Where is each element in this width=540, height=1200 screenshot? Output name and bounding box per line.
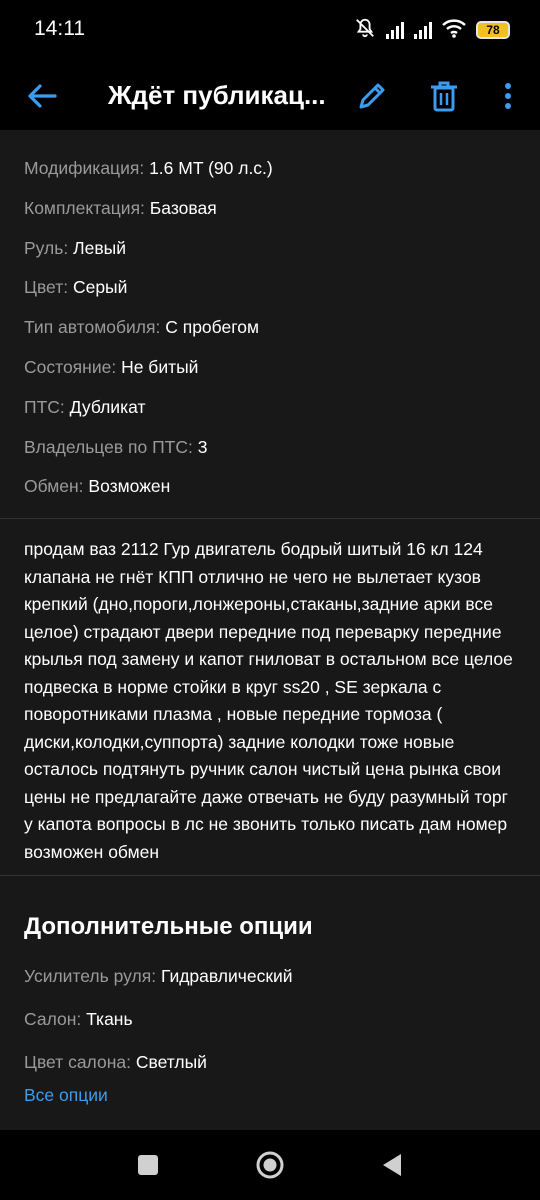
spec-label: Руль: <box>24 237 69 258</box>
all-options-link[interactable]: Все опции <box>24 1085 108 1106</box>
spec-row: Обмен: Возможен <box>24 474 273 514</box>
options-list: Усилитель руля: Гидравлический Салон: Тка… <box>24 964 293 1093</box>
divider <box>0 518 540 519</box>
spec-row: Цвет: Серый <box>24 275 273 315</box>
spec-value: С пробегом <box>165 317 259 338</box>
spec-label: Владельцев по ПТС: <box>24 436 193 457</box>
spec-label: Комплектация: <box>24 197 145 218</box>
divider <box>0 875 540 876</box>
wifi-icon <box>442 18 466 43</box>
recents-button[interactable] <box>132 1149 164 1181</box>
signal-2-icon <box>414 21 432 39</box>
spec-list: Модификация: 1.6 MT (90 л.с.) Комплектаци… <box>24 156 273 514</box>
option-value: Ткань <box>86 1009 133 1029</box>
spec-row: Владельцев по ПТС: 3 <box>24 435 273 475</box>
spec-label: ПТС: <box>24 396 65 417</box>
page-title: Ждёт публикац... <box>108 80 326 110</box>
back-button[interactable] <box>22 76 62 116</box>
edit-button[interactable] <box>352 76 392 116</box>
spec-row: Состояние: Не битый <box>24 355 273 395</box>
option-row: Усилитель руля: Гидравлический <box>24 964 293 1007</box>
delete-button[interactable] <box>424 76 464 116</box>
back-nav-button[interactable] <box>376 1149 408 1181</box>
content-area[interactable]: Модификация: 1.6 MT (90 л.с.) Комплектаци… <box>0 130 540 1130</box>
option-label: Цвет салона: <box>24 1052 131 1072</box>
option-value: Гидравлический <box>160 966 293 986</box>
description-text: продам ваз 2112 Гур двигатель бодрый шит… <box>24 539 513 862</box>
spec-value: Дубликат <box>69 396 146 417</box>
more-button[interactable] <box>488 76 528 116</box>
option-row: Салон: Ткань <box>24 1007 293 1050</box>
home-button[interactable] <box>254 1149 286 1181</box>
more-vertical-icon <box>505 83 511 109</box>
status-time: 14:11 <box>34 17 85 40</box>
app-bar: Ждёт публикац... <box>0 60 540 130</box>
triangle-back-icon <box>383 1154 401 1176</box>
spec-value: Возможен <box>88 476 171 497</box>
spec-value: 1.6 MT (90 л.с.) <box>149 158 273 178</box>
system-nav-bar <box>0 1130 540 1200</box>
spec-label: Модификация: <box>24 158 145 178</box>
spec-label: Обмен: <box>24 476 84 497</box>
arrow-left-icon <box>28 84 57 108</box>
spec-label: Состояние: <box>24 356 117 377</box>
spec-value: Левый <box>73 237 126 258</box>
spec-value: Серый <box>72 277 128 298</box>
spec-row: Руль: Левый <box>24 236 273 276</box>
spec-value: Базовая <box>149 197 217 218</box>
spec-row: ПТС: Дубликат <box>24 395 273 435</box>
pencil-icon <box>359 83 385 109</box>
status-icons: 78 <box>354 18 510 42</box>
spec-label: Тип автомобиля: <box>24 317 161 338</box>
muted-bell-icon <box>354 17 376 44</box>
option-label: Усилитель руля: <box>24 966 157 986</box>
spec-row: Тип автомобиля: С пробегом <box>24 315 273 355</box>
battery-icon: 78 <box>476 21 510 39</box>
square-icon <box>138 1155 158 1175</box>
option-value: Светлый <box>135 1052 207 1072</box>
status-bar: 14:11 78 <box>0 0 540 60</box>
spec-value: Не битый <box>121 356 199 377</box>
spec-row: Модификация: 1.6 MT (90 л.с.) <box>24 156 273 196</box>
trash-icon <box>431 81 457 112</box>
spec-label: Цвет: <box>24 277 69 298</box>
signal-icon <box>386 21 404 39</box>
spec-row: Комплектация: Базовая <box>24 196 273 236</box>
section-title: Дополнительные опции <box>24 913 313 940</box>
home-circle-icon <box>256 1151 284 1179</box>
spec-value: 3 <box>197 436 208 457</box>
option-label: Салон: <box>24 1009 82 1029</box>
